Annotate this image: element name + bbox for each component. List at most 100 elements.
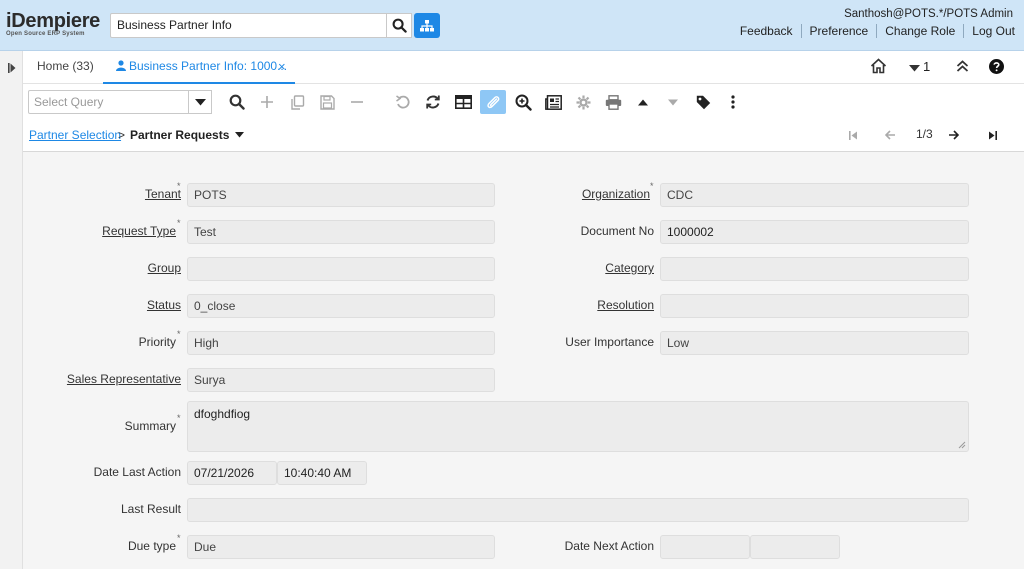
window-list-dropdown[interactable] (909, 61, 920, 75)
organization-label[interactable]: Organization (582, 187, 650, 201)
global-search-input[interactable]: Business Partner Info (110, 13, 387, 38)
header-links: Feedback Preference Change Role Log Out (732, 24, 1015, 38)
tab-home[interactable]: Home (33) (37, 59, 94, 73)
sales-representative-label[interactable]: Sales Representative (67, 372, 181, 386)
summary-text: dfoghdfiog (194, 407, 251, 421)
more-vertical-icon (731, 95, 735, 109)
report-button[interactable] (540, 90, 566, 114)
copy-record-button[interactable] (284, 90, 310, 114)
next-record-button[interactable] (948, 129, 960, 143)
caret-up-icon (638, 99, 648, 105)
idempiere-logo[interactable]: iDempiere Open Source ERP System (6, 11, 108, 39)
category-label[interactable]: Category (605, 261, 654, 275)
first-record-icon (849, 131, 857, 140)
breadcrumb-parent-link[interactable]: Partner Selection (29, 128, 121, 142)
caret-down-icon (234, 132, 244, 138)
window-count: 1 (923, 59, 931, 74)
process-button[interactable] (570, 90, 596, 114)
request-type-field[interactable]: Test (187, 220, 495, 244)
group-field[interactable] (187, 257, 495, 281)
previous-record-button[interactable] (884, 129, 896, 143)
last-result-label: Last Result (120, 502, 181, 516)
sitemap-icon (420, 19, 434, 31)
quick-info-button[interactable] (690, 90, 716, 114)
delete-button[interactable] (344, 90, 370, 114)
date-next-action-label: Date Next Action (564, 539, 654, 553)
undo-button[interactable] (390, 90, 416, 114)
select-query-combobox[interactable]: Select Query (28, 90, 189, 114)
tab-business-partner-info[interactable]: Business Partner Info: 1000... × (103, 51, 295, 84)
breadcrumb-current[interactable]: Partner Requests (130, 128, 244, 142)
previous-record-toolbar-button[interactable] (630, 90, 656, 114)
status-label[interactable]: Status (147, 298, 181, 312)
save-icon (319, 94, 335, 110)
last-record-icon (989, 131, 997, 140)
last-result-field[interactable] (187, 498, 969, 522)
logo-subtext: Open Source ERP System (6, 31, 85, 37)
summary-textarea[interactable]: dfoghdfiog (187, 401, 969, 452)
resize-handle-icon[interactable] (958, 441, 966, 449)
sales-representative-field[interactable]: Surya (187, 368, 495, 392)
attachment-button[interactable] (480, 90, 506, 114)
find-button[interactable] (224, 90, 250, 114)
double-chevron-up-icon (956, 60, 969, 72)
feedback-link[interactable]: Feedback (732, 24, 801, 38)
group-label[interactable]: Group (148, 261, 181, 275)
date-next-action-date[interactable] (660, 535, 750, 559)
tag-icon (696, 95, 710, 109)
minus-icon (351, 101, 363, 103)
tenant-label[interactable]: Tenant (145, 187, 181, 201)
date-last-action-date[interactable]: 07/21/2026 (187, 461, 277, 485)
table-icon (454, 95, 472, 109)
mandatory-marker: * (177, 413, 181, 423)
breadcrumb-current-label: Partner Requests (130, 128, 230, 142)
grid-toggle-button[interactable] (450, 90, 476, 114)
save-button[interactable] (314, 90, 340, 114)
first-record-button[interactable] (849, 129, 858, 143)
change-role-link[interactable]: Change Role (876, 24, 963, 38)
status-field[interactable]: 0_close (187, 294, 495, 318)
user-importance-label: User Importance (565, 335, 654, 349)
preference-link[interactable]: Preference (800, 24, 877, 38)
date-last-action-time[interactable]: 10:40:40 AM (277, 461, 367, 485)
date-last-action-label: Date Last Action (93, 465, 181, 479)
search-button[interactable] (386, 13, 412, 38)
priority-field[interactable]: High (187, 331, 495, 355)
collapse-button[interactable] (956, 60, 969, 75)
search-icon (229, 94, 245, 110)
last-record-button[interactable] (988, 129, 997, 143)
resolution-field[interactable] (660, 294, 969, 318)
query-dropdown-button[interactable] (188, 90, 212, 114)
request-type-label[interactable]: Request Type (102, 224, 176, 238)
document-no-field[interactable]: 1000002 (660, 220, 969, 244)
refresh-button[interactable] (420, 90, 446, 114)
more-actions-button[interactable] (720, 90, 746, 114)
date-next-action-time[interactable] (750, 535, 840, 559)
next-record-toolbar-button[interactable] (660, 90, 686, 114)
close-tab-icon[interactable]: × (278, 59, 286, 74)
category-field[interactable] (660, 257, 969, 281)
tenant-field[interactable]: POTS (187, 183, 495, 207)
expand-right-icon (8, 63, 16, 73)
tab-label: Business Partner Info: 1000... (129, 59, 288, 73)
arrow-right-icon (949, 130, 960, 140)
menu-tree-button[interactable] (414, 13, 440, 38)
organization-field[interactable]: CDC (660, 183, 969, 207)
print-button[interactable] (600, 90, 626, 114)
new-record-button[interactable] (254, 90, 280, 114)
mandatory-marker: * (650, 181, 654, 191)
home-icon (870, 58, 887, 74)
zoom-across-button[interactable] (510, 90, 536, 114)
logo-text: iDempiere (6, 10, 101, 32)
help-button[interactable] (989, 59, 1004, 77)
side-panel-toggle[interactable] (0, 51, 23, 569)
help-icon (989, 59, 1004, 74)
refresh-icon (426, 95, 440, 109)
user-importance-field[interactable]: Low (660, 331, 969, 355)
due-type-field[interactable]: Due (187, 535, 495, 559)
home-button[interactable] (870, 58, 887, 77)
arrow-left-icon (884, 130, 895, 140)
resolution-label[interactable]: Resolution (597, 298, 654, 312)
logout-link[interactable]: Log Out (963, 24, 1015, 38)
caret-down-icon (909, 65, 920, 72)
